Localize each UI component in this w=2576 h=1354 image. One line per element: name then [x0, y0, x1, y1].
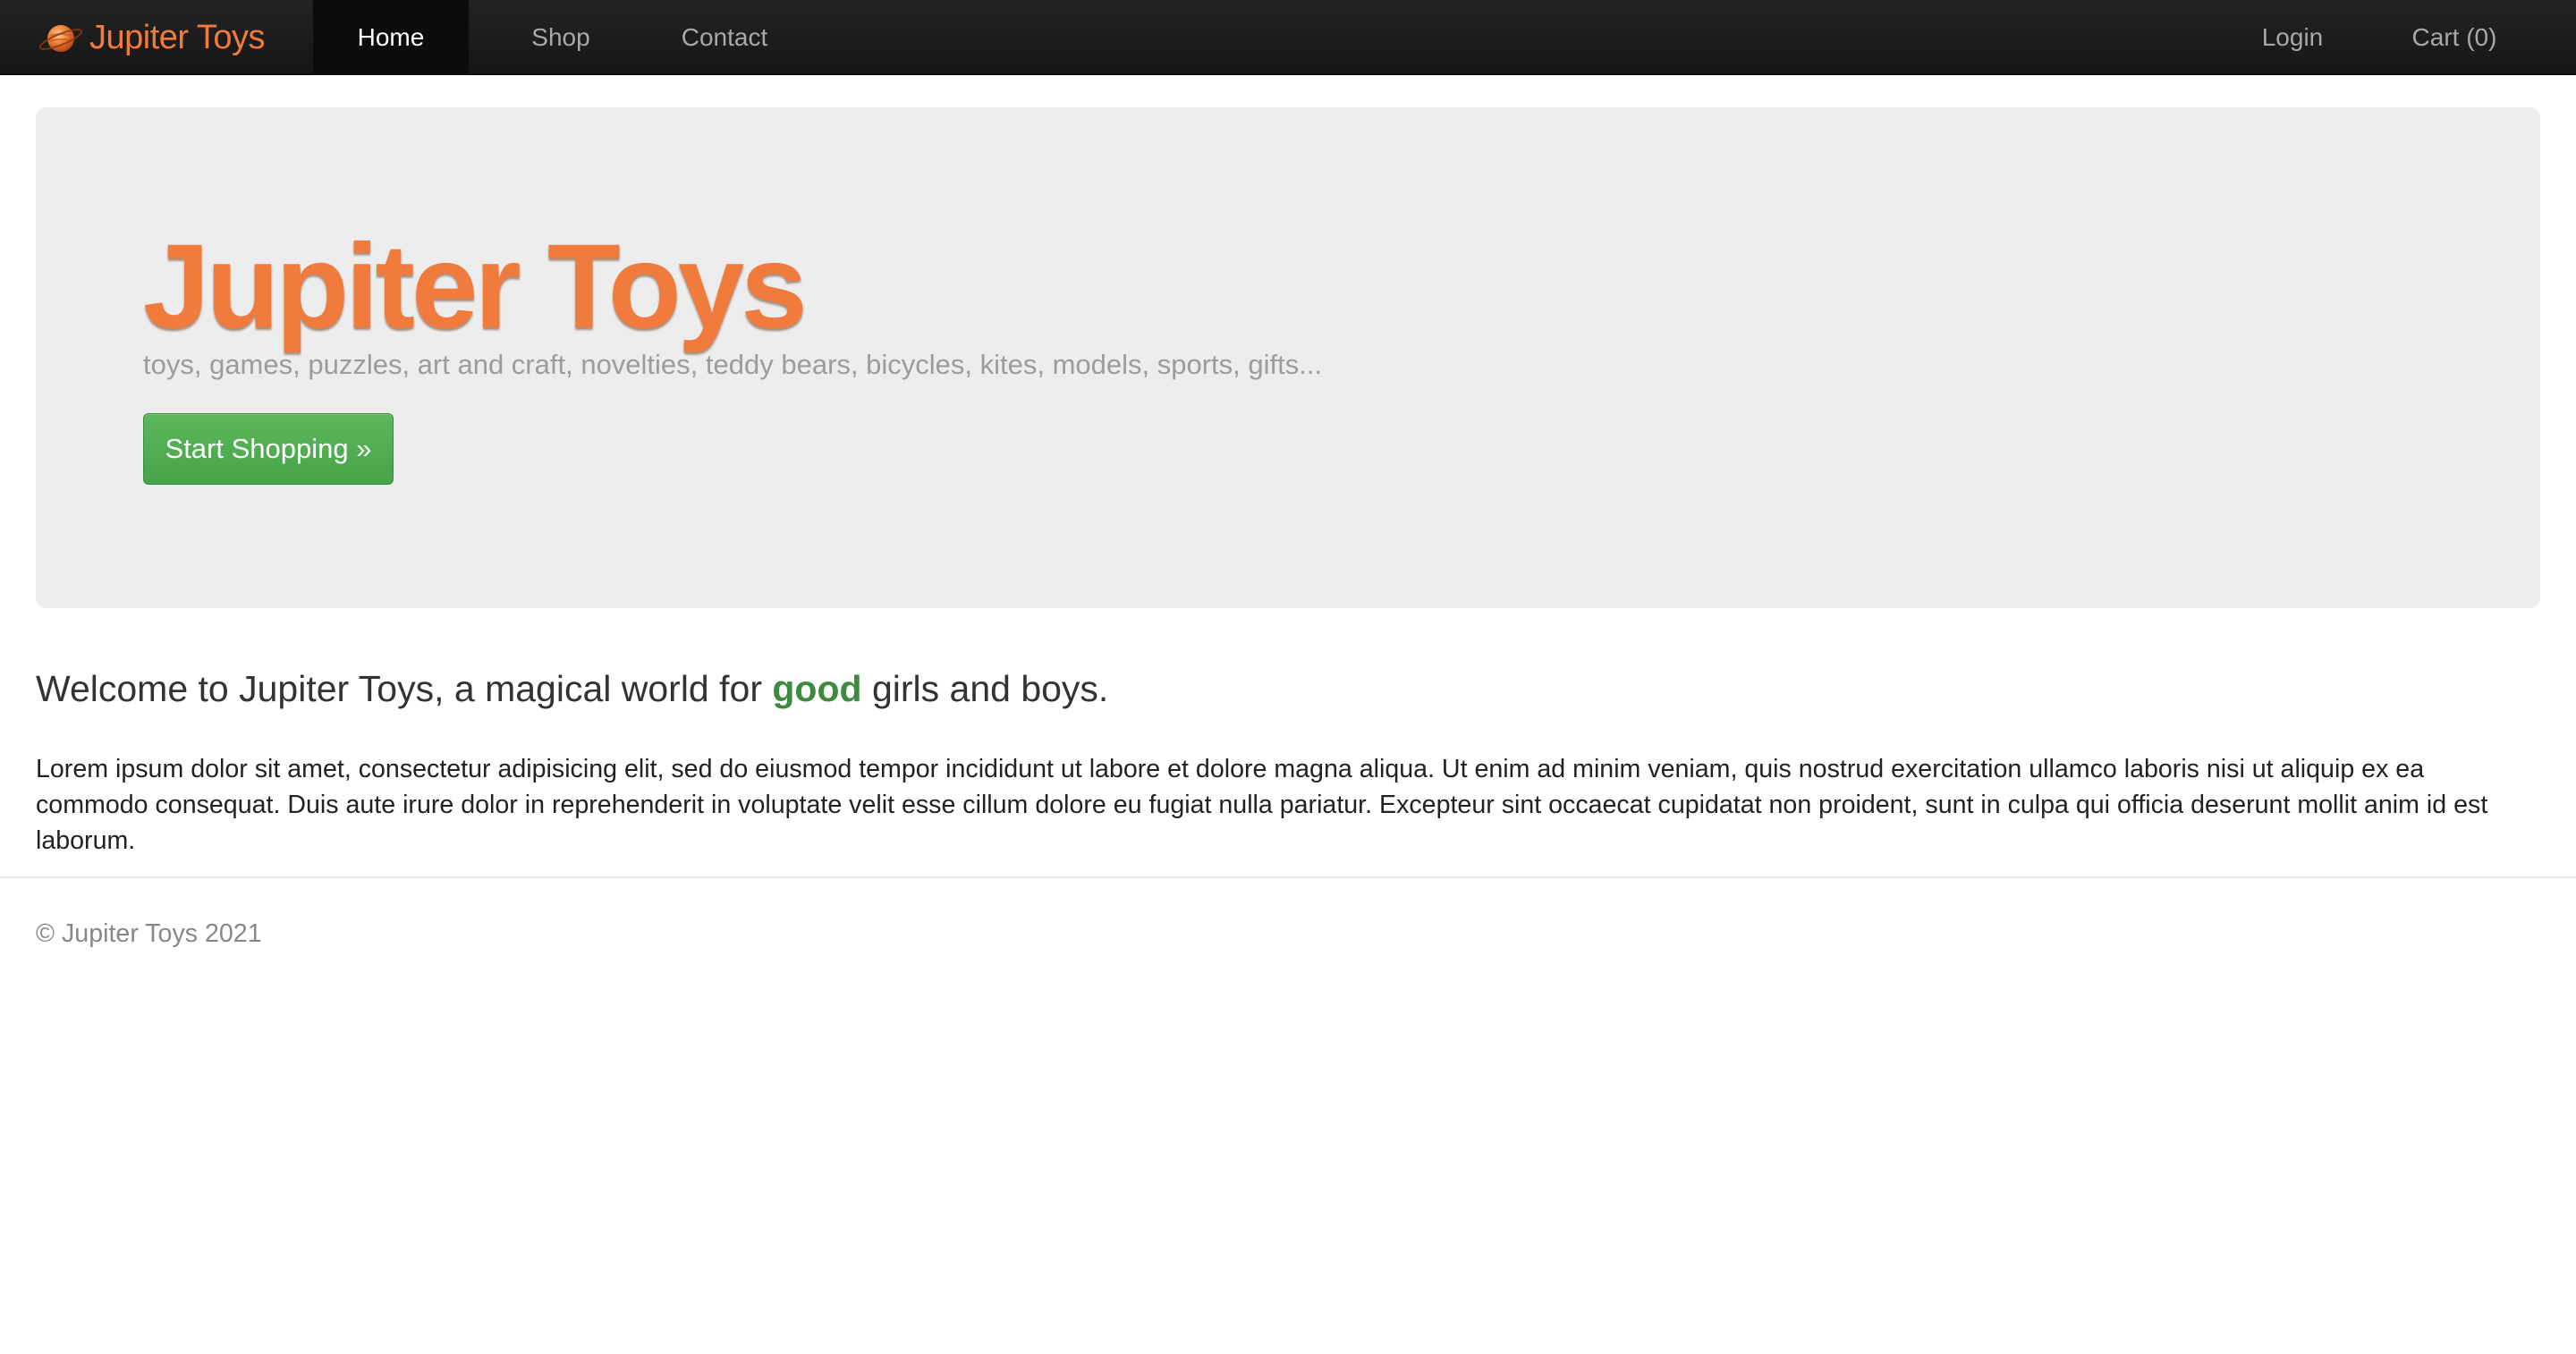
nav-shop[interactable]: Shop: [506, 0, 615, 75]
welcome-heading: Welcome to Jupiter Toys, a magical world…: [36, 667, 1108, 711]
nav-contact[interactable]: Contact: [660, 0, 789, 75]
body-paragraph: Lorem ipsum dolor sit amet, consectetur …: [36, 755, 2488, 855]
nav-login[interactable]: Login: [2225, 0, 2360, 75]
brand-link[interactable]: Jupiter Toys: [36, 0, 266, 75]
welcome-emphasis: good: [772, 668, 862, 709]
brand-name: Jupiter Toys: [89, 18, 266, 56]
top-navbar: Jupiter Toys Home Shop Contact Login Car…: [0, 0, 2576, 75]
welcome-text-end: girls and boys.: [861, 668, 1109, 709]
planet-logo-icon: [38, 25, 82, 52]
hero-subtitle: toys, games, puzzles, art and craft, nov…: [143, 349, 1323, 380]
hero-title: Jupiter Toys: [143, 220, 808, 353]
welcome-text-start: Welcome to Jupiter Toys, a magical world…: [36, 668, 773, 709]
footer-copyright: © Jupiter Toys 2021: [36, 919, 262, 948]
nav-home[interactable]: Home: [313, 0, 469, 75]
start-shopping-button[interactable]: Start Shopping »: [143, 413, 394, 485]
nav-cart[interactable]: Cart (0): [2383, 0, 2526, 75]
footer-divider: [0, 876, 2576, 878]
hero-banner: Jupiter Toys toys, games, puzzles, art a…: [36, 107, 2540, 608]
